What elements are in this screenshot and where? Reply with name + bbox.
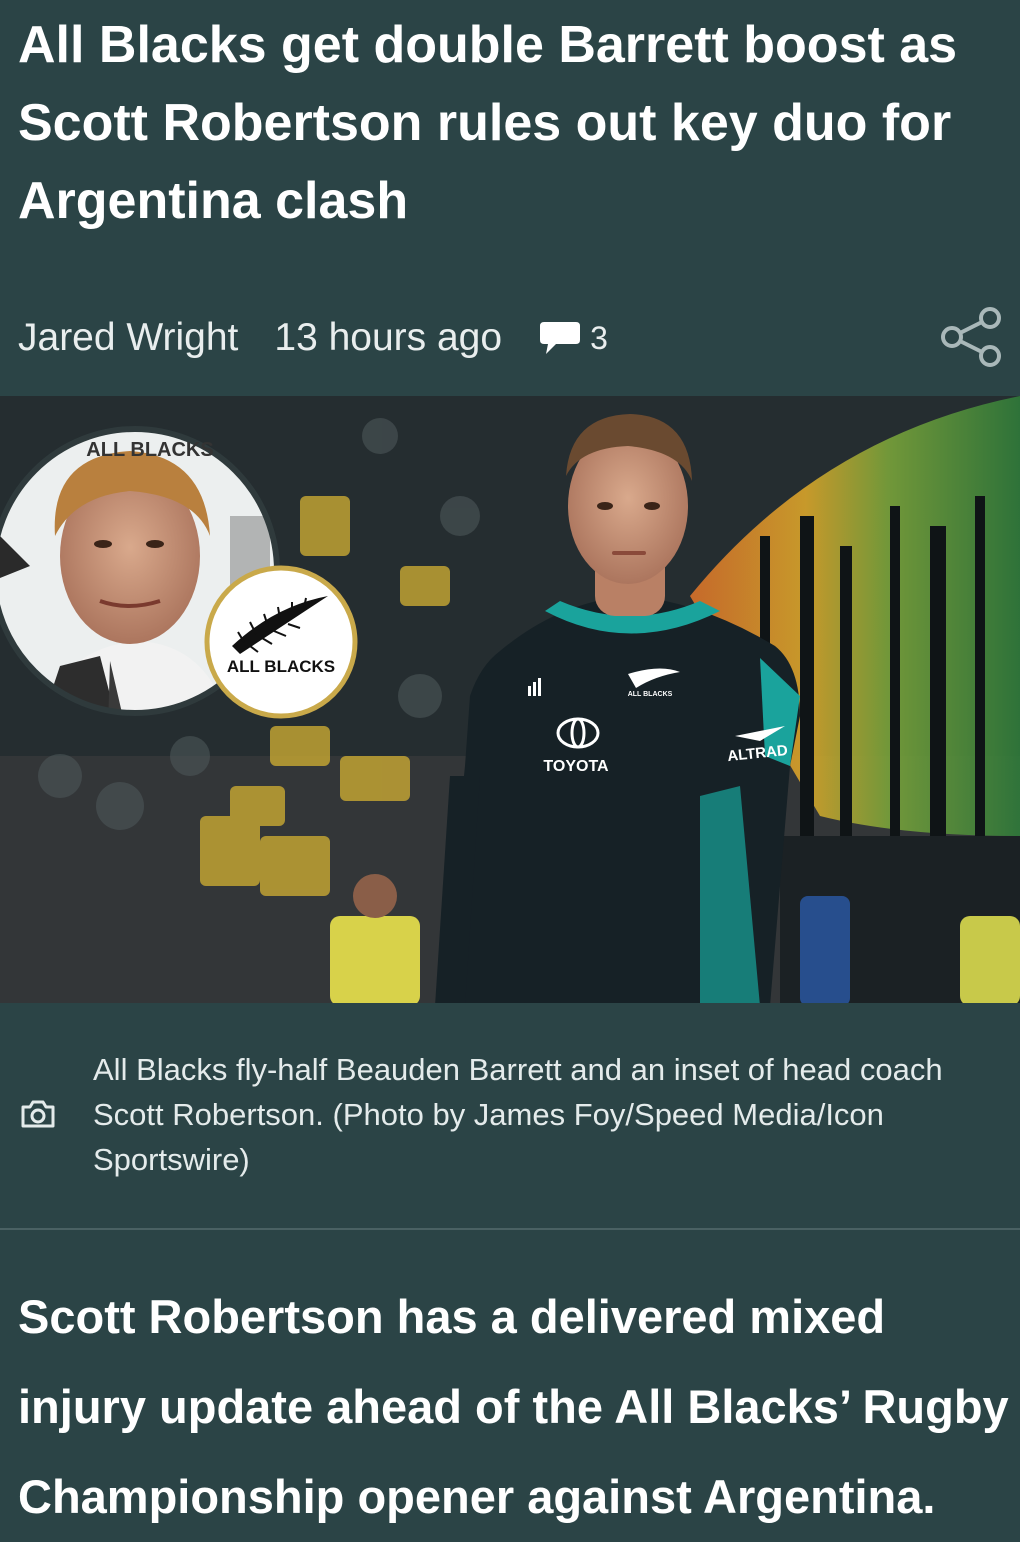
hero-image: TOYOTA ALTRAD ALL BLACKS ALL BLACKS ALL … (0, 396, 1020, 1003)
share-icon[interactable] (940, 304, 1004, 370)
comment-count: 3 (590, 319, 608, 356)
jersey-sponsor-main: TOYOTA (543, 758, 609, 775)
image-caption: All Blacks fly-half Beauden Barrett and … (93, 1052, 943, 1177)
all-blacks-badge-text: ALL BLACKS (227, 657, 335, 676)
jersey-crest-text: ALL BLACKS (628, 691, 673, 698)
article-standfirst: Scott Robertson has a delivered mixed in… (18, 1290, 1009, 1523)
comments-link[interactable]: 3 (538, 318, 608, 358)
article-headline: All Blacks get double Barrett boost as S… (18, 16, 958, 230)
speech-bubble-icon (540, 322, 581, 354)
publish-time: 13 hours ago (274, 316, 503, 359)
article-meta: Jared Wright 13 hours ago 3 (18, 308, 1008, 368)
camera-icon (21, 1100, 55, 1128)
author-link[interactable]: Jared Wright (18, 316, 238, 360)
inset-banner-text: ALL BLACKS (86, 439, 213, 461)
section-divider (0, 1228, 1020, 1230)
hero-photo: TOYOTA ALTRAD ALL BLACKS ALL BLACKS ALL … (0, 396, 1020, 1003)
